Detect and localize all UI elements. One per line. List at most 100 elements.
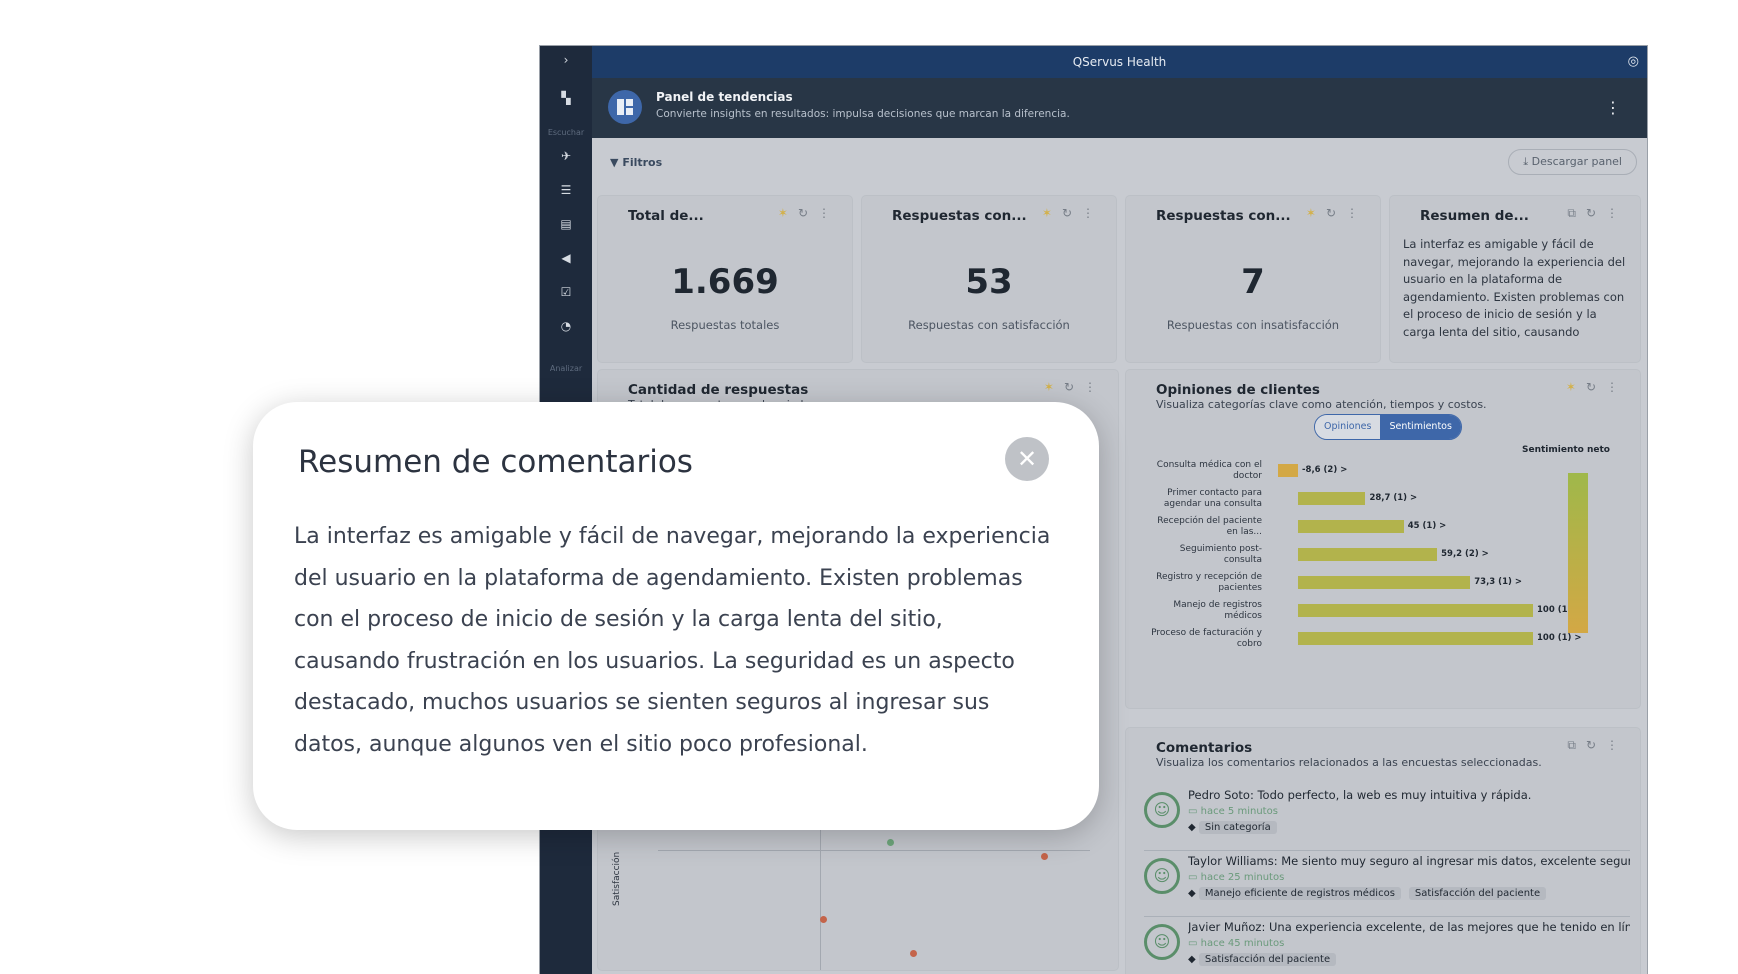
comment-text: Taylor Williams: Me siento muy seguro al…: [1188, 854, 1630, 868]
refresh-icon[interactable]: ↻: [1064, 380, 1084, 394]
comment-tags: ◆ Sin categoría: [1188, 821, 1285, 834]
view-toggle: Opiniones Sentimientos: [1314, 414, 1462, 440]
card-tools: ✶↻⋮: [1566, 380, 1628, 394]
globe-icon[interactable]: ◎: [1628, 46, 1639, 78]
more-vertical-icon[interactable]: ⋮: [1605, 98, 1621, 117]
opinions-card-subtitle: Visualiza categorías clave como atención…: [1156, 398, 1487, 411]
card-tools: ⧉↻⋮: [1567, 738, 1628, 753]
metric-card-satisfaction: Respuestas con... ✶↻⋮ 53 Respuestas con …: [862, 196, 1116, 362]
sentiment-bar[interactable]: [1298, 632, 1533, 645]
scatter-point: [887, 839, 894, 846]
category-label: Recepción del paciente en las...: [1157, 516, 1262, 537]
sparkle-icon[interactable]: ✶: [1042, 206, 1062, 220]
comment-item[interactable]: ☺ Taylor Williams: Me siento muy seguro …: [1144, 854, 1630, 917]
filters-button[interactable]: ▼ Filtros: [610, 156, 662, 169]
scatter-point: [820, 916, 827, 923]
sidebar-item-campaigns[interactable]: ◀: [540, 248, 592, 268]
close-button[interactable]: ✕: [1005, 437, 1049, 481]
more-vertical-icon[interactable]: ⋮: [1606, 380, 1628, 394]
category-label: Consulta médica con el doctor: [1156, 460, 1262, 481]
list-icon: ☰: [560, 183, 572, 197]
card-tools: ✶↻⋮: [1042, 206, 1104, 220]
sidebar-item-dashboard[interactable]: ▚: [540, 88, 592, 108]
refresh-icon[interactable]: ↻: [1326, 206, 1346, 220]
card-tools: ✶↻⋮: [778, 206, 840, 220]
expand-icon[interactable]: ⧉: [1567, 206, 1586, 220]
comments-card: Comentarios Visualiza los comentarios re…: [1126, 728, 1640, 974]
comment-tags: ◆ Satisfacción del paciente: [1188, 953, 1344, 966]
more-vertical-icon[interactable]: ⋮: [818, 206, 840, 220]
sidebar-item-bird[interactable]: ✈: [540, 146, 592, 166]
bar-data-label[interactable]: -8,6 (2) >: [1302, 465, 1347, 475]
bar-data-label[interactable]: 28,7 (1) >: [1369, 493, 1417, 503]
metric-label: Respuestas con insatisfacción: [1166, 318, 1340, 332]
sidebar-item-list[interactable]: ☰: [540, 180, 592, 200]
refresh-icon[interactable]: ↻: [1062, 206, 1082, 220]
bar-data-label[interactable]: 45 (1) >: [1408, 521, 1447, 531]
refresh-icon[interactable]: ↻: [1586, 206, 1606, 220]
metric-value: 7: [1241, 262, 1265, 302]
modal-text: La interfaz es amigable y fácil de naveg…: [294, 524, 1051, 757]
sparkle-icon[interactable]: ✶: [778, 206, 798, 220]
comment-time-text: hace 5 minutos: [1200, 806, 1278, 817]
bar-data-label[interactable]: 73,3 (1) >: [1474, 577, 1522, 587]
panel-subtitle: Convierte insights en resultados: impuls…: [656, 108, 1070, 120]
summary-card[interactable]: Resumen de... ⧉↻⋮ La interfaz es amigabl…: [1390, 196, 1640, 362]
net-sentiment-bar: [1568, 473, 1588, 633]
bar-data-label[interactable]: 59,2 (2) >: [1441, 549, 1489, 559]
metric-label: Respuestas con satisfacción: [908, 318, 1070, 332]
sparkle-icon[interactable]: ✶: [1044, 380, 1064, 394]
more-vertical-icon[interactable]: ⋮: [1606, 738, 1628, 752]
toggle-opinions[interactable]: Opiniones: [1315, 415, 1381, 439]
metric-value: 1.669: [671, 262, 779, 302]
sidebar-item-gauge[interactable]: ◔: [540, 316, 592, 336]
opinions-card: Opiniones de clientes Visualiza categorí…: [1126, 370, 1640, 708]
comment-time: ▭ hace 45 minutos: [1188, 938, 1284, 949]
scatter-point: [1041, 853, 1048, 860]
comment-tag[interactable]: Satisfacción del paciente: [1408, 887, 1547, 900]
category-label: Manejo de registros médicos: [1173, 600, 1262, 621]
toggle-sentiments[interactable]: Sentimientos: [1380, 415, 1461, 439]
comment-item[interactable]: ☺ Javier Muñoz: Una experiencia excelent…: [1144, 920, 1630, 974]
sidebar-item-document[interactable]: ▤: [540, 214, 592, 234]
sparkle-icon[interactable]: ✶: [1566, 380, 1586, 394]
sidebar-section-listen: Escuchar: [547, 128, 585, 137]
positive-face-icon: ☺: [1144, 792, 1180, 828]
more-vertical-icon[interactable]: ⋮: [1082, 206, 1104, 220]
sentiment-bar[interactable]: [1298, 492, 1366, 505]
metric-label: Respuestas totales: [670, 318, 780, 332]
sentiment-bar[interactable]: [1298, 604, 1533, 617]
comment-tag[interactable]: Satisfacción del paciente: [1198, 953, 1337, 966]
refresh-icon[interactable]: ↻: [1586, 380, 1606, 394]
window-title: QServus Health: [1072, 55, 1167, 69]
comment-text: Pedro Soto: Todo perfecto, la web es muy…: [1188, 788, 1532, 802]
more-vertical-icon[interactable]: ⋮: [1084, 380, 1106, 394]
sentiment-bar[interactable]: [1298, 548, 1438, 561]
download-panel-button[interactable]: ⤓ Descargar panel: [1508, 149, 1637, 175]
sparkle-icon[interactable]: ✶: [1306, 206, 1326, 220]
top-bar: QServus Health ◎: [592, 46, 1647, 78]
comment-time: ▭ hace 5 minutos: [1188, 806, 1278, 817]
metric-value: 53: [965, 262, 1013, 302]
sidebar-expand-button[interactable]: ›: [540, 50, 592, 70]
metric-title: Respuestas con...: [892, 208, 1027, 224]
megaphone-icon: ◀: [561, 251, 571, 265]
metric-title: Respuestas con...: [1156, 208, 1291, 224]
comment-tag[interactable]: Sin categoría: [1198, 821, 1277, 834]
comment-item[interactable]: ☺ Pedro Soto: Todo perfecto, la web es m…: [1144, 788, 1630, 851]
refresh-icon[interactable]: ↻: [1586, 738, 1606, 752]
more-vertical-icon[interactable]: ⋮: [1606, 206, 1628, 220]
comment-tags: ◆ Manejo eficiente de registros médicos S…: [1188, 887, 1554, 900]
comment-tag[interactable]: Manejo eficiente de registros médicos: [1198, 887, 1401, 900]
sidebar-item-tasks[interactable]: ☑: [540, 282, 592, 302]
more-vertical-icon[interactable]: ⋮: [1346, 206, 1368, 220]
comment-time: ▭ hace 25 minutos: [1188, 872, 1284, 883]
sentiment-bar[interactable]: [1277, 464, 1298, 477]
refresh-icon[interactable]: ↻: [798, 206, 818, 220]
sentiment-bar[interactable]: [1298, 520, 1404, 533]
bar-data-label[interactable]: 100 (1) >: [1537, 633, 1581, 643]
sentiment-bar[interactable]: [1298, 576, 1471, 589]
expand-icon[interactable]: ⧉: [1567, 738, 1586, 752]
card-tools: ✶↻⋮: [1044, 380, 1106, 394]
responses-card-title: Cantidad de respuestas: [628, 382, 809, 398]
